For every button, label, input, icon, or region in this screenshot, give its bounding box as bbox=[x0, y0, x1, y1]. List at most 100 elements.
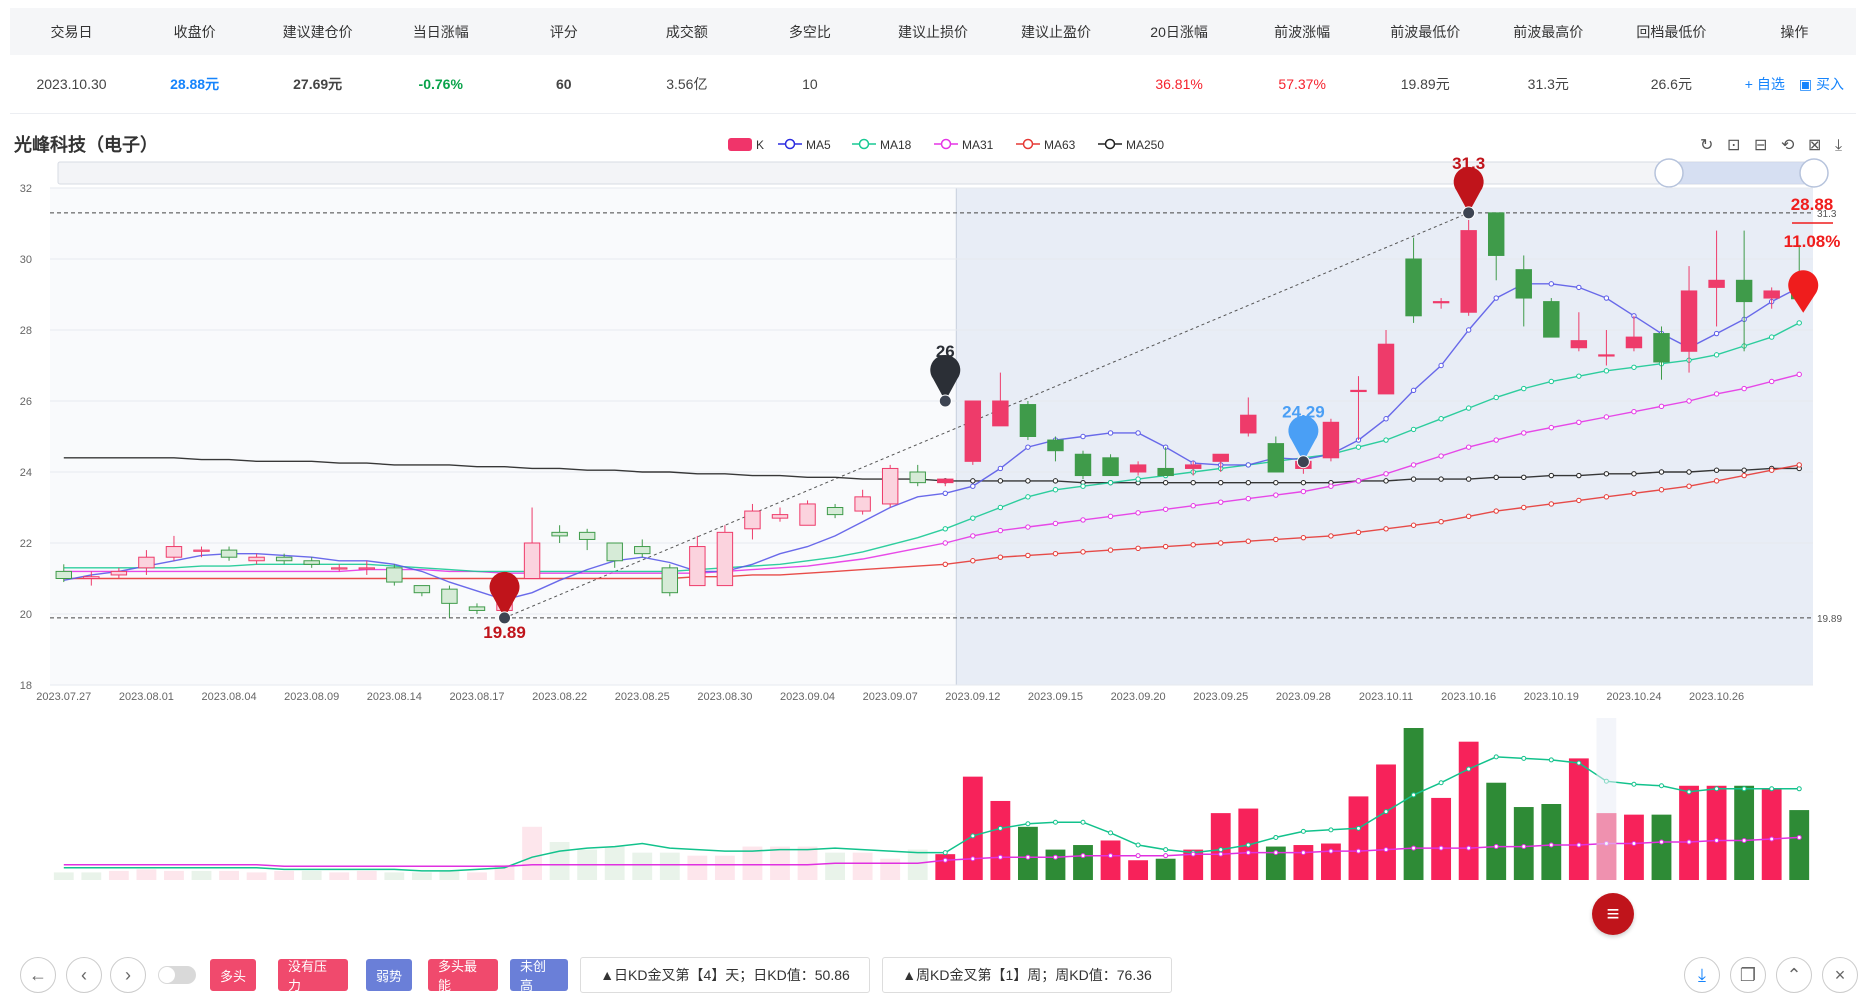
cell-pullback-low: 26.6元 bbox=[1650, 76, 1692, 92]
volume-ma-line-a-point bbox=[1080, 819, 1086, 825]
candle-up bbox=[331, 567, 348, 570]
volume-bar-up bbox=[770, 846, 790, 880]
volume-ma-line-b-point bbox=[1300, 850, 1306, 856]
ma31-line-point bbox=[1576, 419, 1582, 425]
candle-up bbox=[881, 467, 899, 505]
copy-icon[interactable]: ❐ bbox=[1730, 957, 1766, 993]
ma18-line-point bbox=[1631, 364, 1637, 370]
volume-ma-line-a-point bbox=[970, 833, 976, 839]
volume-bar-down bbox=[1073, 845, 1093, 880]
marker-dot bbox=[1462, 206, 1476, 220]
download-icon[interactable]: ⤓ bbox=[1684, 957, 1720, 993]
volume-bar-down bbox=[81, 872, 102, 880]
ma5-line-point bbox=[1245, 462, 1251, 468]
ma31-line-point bbox=[1631, 408, 1637, 415]
tag-bull-energy[interactable]: 多头最能 bbox=[428, 959, 498, 993]
volume-bar-down bbox=[1651, 814, 1672, 880]
candle-down bbox=[578, 531, 596, 540]
cell-prev-high: 31.3元 bbox=[1527, 76, 1569, 92]
toggle-switch[interactable] bbox=[158, 966, 196, 984]
candle-up bbox=[523, 542, 541, 579]
volume-ma-line-b-point bbox=[1273, 850, 1279, 856]
download-icon[interactable]: ⤓ bbox=[1835, 137, 1842, 154]
prev-button[interactable]: ‹ bbox=[66, 957, 102, 993]
volume-bar-up bbox=[1761, 788, 1782, 880]
buy-button[interactable]: ▣ 买入 bbox=[1799, 74, 1844, 94]
tag-no-new-high[interactable]: 未创高 bbox=[510, 959, 568, 993]
close-icon[interactable]: × bbox=[1822, 957, 1858, 993]
header-cell: 交易日 bbox=[50, 23, 93, 40]
x-tick-label: 2023.10.19 bbox=[1524, 691, 1579, 703]
ma5-line-point bbox=[1438, 362, 1444, 369]
ma5-line-point bbox=[1410, 387, 1417, 394]
volume-ma-line-b-point bbox=[1355, 848, 1361, 854]
volume-ma-line-a-point bbox=[997, 825, 1003, 831]
ma5-line-point bbox=[1576, 284, 1582, 291]
ma18-line-point bbox=[1493, 394, 1499, 401]
menu-button[interactable]: ≡ bbox=[1592, 893, 1634, 935]
candle-down bbox=[1019, 404, 1037, 437]
volume-bar-up bbox=[136, 869, 157, 880]
ma31-line-point bbox=[1768, 378, 1775, 385]
volume-ma-line-a-point bbox=[1108, 830, 1114, 836]
tag-no-pressure[interactable]: 没有压力 bbox=[278, 959, 348, 993]
zoom-reset-icon[interactable]: ⊟ bbox=[1754, 137, 1767, 154]
ma250-line-point bbox=[1410, 476, 1417, 482]
volume-bar-up bbox=[274, 870, 295, 880]
ma63-line-point bbox=[1245, 538, 1251, 544]
ma31-line-point bbox=[1521, 430, 1527, 436]
ma63-line-point bbox=[1383, 526, 1389, 532]
header-cell: 当日涨幅 bbox=[412, 23, 469, 40]
ma250-line-point bbox=[1658, 469, 1665, 475]
volume-bar-up bbox=[356, 870, 377, 880]
volume-bar-down bbox=[191, 870, 212, 880]
candle-up bbox=[799, 503, 816, 526]
candle-up bbox=[1184, 464, 1202, 469]
arrow-left-icon[interactable]: ← bbox=[20, 957, 56, 993]
select-icon[interactable]: ⊠ bbox=[1808, 137, 1821, 154]
volume-bar-down bbox=[1541, 804, 1562, 880]
candle-up bbox=[1708, 279, 1725, 288]
next-button[interactable]: › bbox=[110, 957, 146, 993]
zoom-slider-window bbox=[1669, 162, 1814, 184]
volume-ma-line-a-point bbox=[1300, 828, 1306, 834]
volume-bar-up bbox=[246, 872, 267, 880]
tag-bull[interactable]: 多头 bbox=[210, 959, 256, 991]
ma5-line-point bbox=[1383, 416, 1389, 422]
candle-up bbox=[1460, 230, 1477, 313]
volume-bar-up bbox=[1128, 860, 1149, 880]
volume-ma-line-a-point bbox=[1355, 825, 1361, 831]
volume-ma-line-a-point bbox=[1245, 842, 1251, 848]
candle-up bbox=[1570, 340, 1588, 349]
ma250-line-point bbox=[1741, 467, 1747, 473]
zoom-area-icon[interactable]: ⊡ bbox=[1727, 137, 1740, 154]
x-tick-label: 2023.07.27 bbox=[36, 691, 91, 703]
scroll-top-icon[interactable]: ⌃ bbox=[1776, 957, 1812, 993]
ma18-line-point bbox=[1603, 368, 1610, 374]
zoom-slider-track bbox=[57, 161, 1815, 185]
zoom-handle-left[interactable] bbox=[1654, 158, 1684, 188]
volume-ma-line-a-point bbox=[1576, 760, 1582, 766]
x-tick-label: 2023.10.26 bbox=[1689, 691, 1744, 703]
table-header: 交易日 收盘价 建议建仓价 当日涨幅 评分 成交额 多空比 建议止损价 建议止盈… bbox=[10, 8, 1856, 55]
kline-chart[interactable]: K MA5 MA18 MA31 MA63 MA250 ↻ ⊡ ⊟ ⟲ ⊠ ⤓ 18 20 22 24 26 28 3… bbox=[0, 128, 1866, 958]
volume-bar-down bbox=[1513, 807, 1534, 880]
ma18-line-point bbox=[1768, 334, 1775, 340]
header-cell: 前波最低价 bbox=[1390, 23, 1461, 40]
tag-weak[interactable]: 弱势 bbox=[366, 959, 412, 991]
volume-bar-down bbox=[632, 852, 653, 880]
ma63-line-point bbox=[1025, 552, 1031, 559]
x-tick-label: 2023.10.11 bbox=[1359, 691, 1413, 703]
ma250-line-point bbox=[1383, 478, 1389, 484]
ma63-line-point bbox=[1465, 513, 1472, 520]
legend-dot-MA250 bbox=[1104, 138, 1116, 150]
ma18-line-point bbox=[970, 515, 976, 521]
ma63-line-point bbox=[1162, 543, 1169, 550]
ma250-line-point bbox=[1493, 474, 1499, 481]
restore-icon[interactable]: ⟲ bbox=[1781, 137, 1795, 154]
refresh-icon[interactable]: ↻ bbox=[1700, 137, 1713, 154]
x-tick-label: 2023.08.14 bbox=[367, 691, 422, 703]
zoom-handle-right[interactable] bbox=[1799, 158, 1829, 188]
x-tick-label: 2023.08.04 bbox=[202, 691, 257, 703]
add-watchlist-button[interactable]: + 自选 bbox=[1745, 74, 1785, 94]
